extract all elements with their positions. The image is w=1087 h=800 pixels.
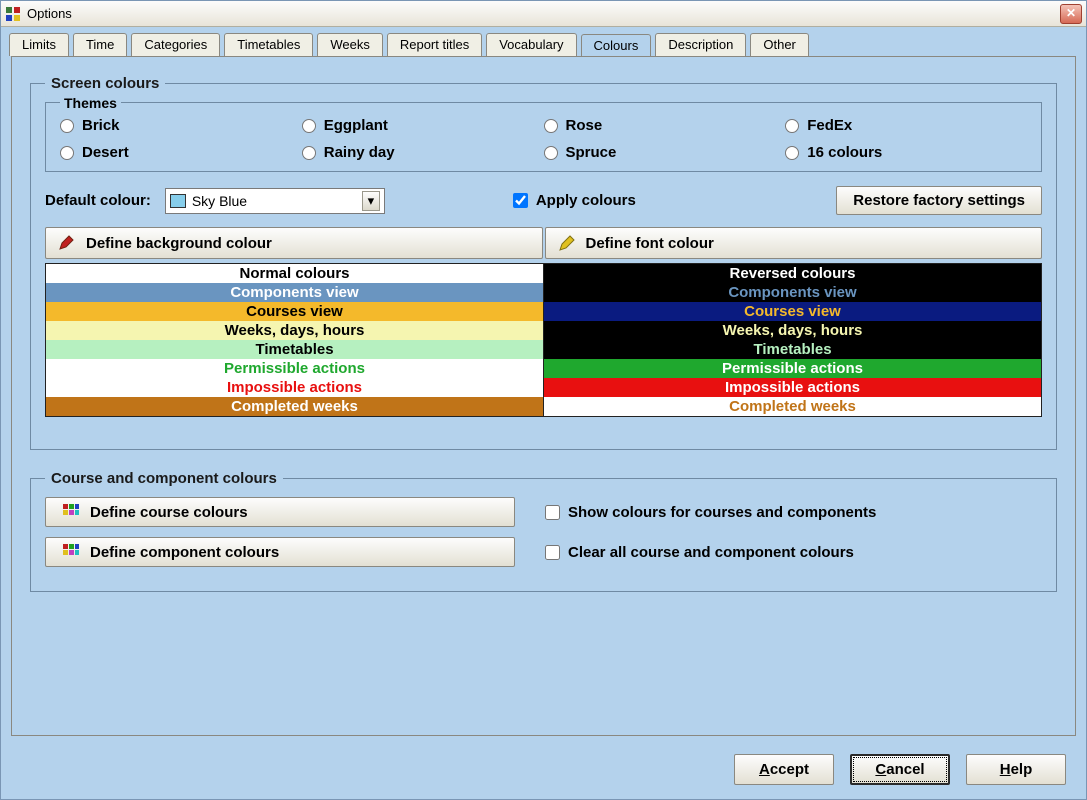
pencil-icon: [558, 234, 576, 252]
default-colour-label: Default colour:: [45, 192, 151, 209]
cancel-button[interactable]: Cancel: [850, 754, 950, 785]
tab-report-titles[interactable]: Report titles: [387, 33, 482, 56]
define-course-colours-button[interactable]: Define course colours: [45, 497, 515, 527]
dialog-buttons: Accept Cancel Help: [1, 744, 1086, 799]
tab-description[interactable]: Description: [655, 33, 746, 56]
theme-desert[interactable]: Desert: [60, 144, 302, 161]
table-header-reversed: Reversed colours: [544, 264, 1042, 284]
apply-colours-label: Apply colours: [536, 192, 636, 209]
define-course-colours-label: Define course colours: [90, 504, 248, 521]
themes-group: Themes BrickEggplantRoseFedExDesertRainy…: [45, 102, 1042, 172]
colour-swatch: [170, 194, 186, 208]
colour-cell-normal[interactable]: Completed weeks: [46, 397, 544, 417]
apply-colours-checkbox[interactable]: Apply colours: [513, 192, 636, 209]
colour-cell-reversed[interactable]: Weeks, days, hours: [544, 321, 1042, 340]
table-row[interactable]: Impossible actionsImpossible actions: [46, 378, 1042, 397]
help-button[interactable]: Help: [966, 754, 1066, 785]
tab-vocabulary[interactable]: Vocabulary: [486, 33, 576, 56]
table-row[interactable]: Components viewComponents view: [46, 283, 1042, 302]
themes-legend: Themes: [60, 95, 121, 111]
default-colour-dropdown[interactable]: Sky Blue ▾: [165, 188, 385, 214]
window-title: Options: [27, 6, 1060, 21]
course-colours-group: Course and component colours Define cour…: [30, 470, 1057, 592]
colour-cell-reversed[interactable]: Impossible actions: [544, 378, 1042, 397]
define-background-button[interactable]: Define background colour: [45, 227, 543, 259]
theme-brick[interactable]: Brick: [60, 117, 302, 134]
titlebar: Options ✕: [1, 1, 1086, 27]
table-row[interactable]: TimetablesTimetables: [46, 340, 1042, 359]
restore-factory-button[interactable]: Restore factory settings: [836, 186, 1042, 215]
colour-cell-reversed[interactable]: Permissible actions: [544, 359, 1042, 378]
default-colour-value: Sky Blue: [192, 193, 356, 209]
table-row[interactable]: Weeks, days, hoursWeeks, days, hours: [46, 321, 1042, 340]
tab-limits[interactable]: Limits: [9, 33, 69, 56]
grid-icon: [62, 503, 80, 521]
colour-cell-reversed[interactable]: Courses view: [544, 302, 1042, 321]
colour-cell-normal[interactable]: Impossible actions: [46, 378, 544, 397]
tab-timetables[interactable]: Timetables: [224, 33, 313, 56]
table-row[interactable]: Courses viewCourses view: [46, 302, 1042, 321]
theme-fedex[interactable]: FedEx: [785, 117, 1027, 134]
colour-cell-reversed[interactable]: Components view: [544, 283, 1042, 302]
grid-icon: [62, 543, 80, 561]
colour-table: Normal colours Reversed colours Componen…: [45, 263, 1042, 417]
pen-icon: [58, 234, 76, 252]
show-colours-label: Show colours for courses and components: [568, 504, 876, 521]
accept-button[interactable]: Accept: [734, 754, 834, 785]
theme-eggplant[interactable]: Eggplant: [302, 117, 544, 134]
colour-cell-reversed[interactable]: Completed weeks: [544, 397, 1042, 417]
chevron-down-icon: ▾: [362, 191, 380, 211]
colour-cell-normal[interactable]: Components view: [46, 283, 544, 302]
colour-cell-normal[interactable]: Weeks, days, hours: [46, 321, 544, 340]
theme-rainy-day[interactable]: Rainy day: [302, 144, 544, 161]
colour-cell-normal[interactable]: Courses view: [46, 302, 544, 321]
tabrow: LimitsTimeCategoriesTimetablesWeeksRepor…: [1, 27, 1086, 56]
theme-spruce[interactable]: Spruce: [544, 144, 786, 161]
show-colours-checkbox[interactable]: Show colours for courses and components: [545, 504, 876, 521]
screen-colours-legend: Screen colours: [45, 75, 165, 92]
define-font-button[interactable]: Define font colour: [545, 227, 1043, 259]
colour-cell-normal[interactable]: Permissible actions: [46, 359, 544, 378]
table-row[interactable]: Permissible actionsPermissible actions: [46, 359, 1042, 378]
define-component-colours-label: Define component colours: [90, 544, 279, 561]
tab-other[interactable]: Other: [750, 33, 809, 56]
course-colours-legend: Course and component colours: [45, 470, 283, 487]
clear-colours-label: Clear all course and component colours: [568, 544, 854, 561]
tab-categories[interactable]: Categories: [131, 33, 220, 56]
close-button[interactable]: ✕: [1060, 4, 1082, 24]
tab-panel: Screen colours Themes BrickEggplantRoseF…: [11, 56, 1076, 736]
app-icon: [5, 6, 21, 22]
clear-colours-checkbox[interactable]: Clear all course and component colours: [545, 544, 854, 561]
tab-colours[interactable]: Colours: [581, 34, 652, 57]
tab-weeks[interactable]: Weeks: [317, 33, 383, 56]
colour-cell-normal[interactable]: Timetables: [46, 340, 544, 359]
define-background-label: Define background colour: [86, 235, 272, 252]
tab-time[interactable]: Time: [73, 33, 127, 56]
table-row[interactable]: Completed weeksCompleted weeks: [46, 397, 1042, 417]
define-component-colours-button[interactable]: Define component colours: [45, 537, 515, 567]
table-header-normal: Normal colours: [46, 264, 544, 284]
theme-16-colours[interactable]: 16 colours: [785, 144, 1027, 161]
colour-cell-reversed[interactable]: Timetables: [544, 340, 1042, 359]
theme-rose[interactable]: Rose: [544, 117, 786, 134]
screen-colours-group: Screen colours Themes BrickEggplantRoseF…: [30, 75, 1057, 450]
define-font-label: Define font colour: [586, 235, 714, 252]
